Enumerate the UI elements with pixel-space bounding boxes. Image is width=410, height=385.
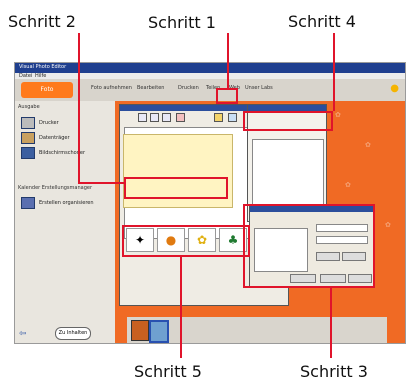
foto-tab[interactable]: Foto: [21, 82, 73, 98]
toolbar-button[interactable]: [150, 113, 159, 122]
printer-icon: [21, 117, 35, 129]
sidebar-section-kalender: Kalender Erstellungsmanager: [18, 185, 93, 191]
toolbar-button[interactable]: [176, 113, 185, 122]
sidebar: Ausgabe Drucker Datenträger Bildschirmsc…: [15, 101, 115, 343]
callout-box-step-1: [216, 88, 238, 104]
sidebar-item-datentraeger[interactable]: Datenträger: [39, 135, 70, 141]
callout-line-step-2: [78, 182, 125, 184]
callout-box-step-2: [124, 177, 228, 199]
step-5-label: Schritt 5: [134, 362, 202, 381]
toolbar-foto-aufnehmen[interactable]: Foto aufnehmen: [91, 85, 132, 91]
filmstrip: [127, 317, 387, 343]
calendar-icon: [21, 197, 35, 209]
callout-line-step-1: [227, 33, 229, 88]
callout-box-step-3: [243, 204, 375, 288]
callout-box-step-5: [122, 225, 250, 257]
main-toolbar: Foto Foto aufnehmen Bearbeiten Drucken T…: [15, 79, 405, 102]
window-title: Visual Photo Editor: [19, 64, 67, 70]
lightbulb-icon[interactable]: ●: [390, 83, 399, 94]
toolbar-drucken[interactable]: Drucken: [178, 85, 199, 91]
toolbar-button[interactable]: [138, 113, 147, 122]
filmstrip-thumb-selected[interactable]: [149, 320, 169, 343]
callout-line-step-2: [78, 33, 80, 183]
filmstrip-thumb[interactable]: [131, 320, 149, 341]
toolbar-bearbeiten[interactable]: Bearbeiten: [137, 85, 164, 91]
sidebar-section-ausgabe: Ausgabe: [18, 104, 40, 110]
pattern-icon: ✿: [365, 141, 371, 149]
pattern-icon: ✿: [335, 111, 341, 119]
disk-icon: [21, 132, 35, 144]
sidebar-item-drucker[interactable]: Drucker: [39, 120, 59, 126]
pattern-icon: ✿: [385, 221, 391, 229]
tutorial-figure: { "steps": { "s1": "Schritt 1", "s2": "S…: [0, 0, 410, 385]
callout-line-step-5: [180, 257, 182, 358]
step-2-label: Schritt 2: [8, 12, 76, 31]
toolbar-unser-labs[interactable]: Unser Labs: [245, 85, 273, 91]
callout-box-step-4: [243, 111, 333, 131]
callout-line-step-3: [330, 288, 332, 358]
step-4-label: Schritt 4: [288, 12, 356, 31]
toolbar-button[interactable]: [228, 113, 237, 122]
zu-inhalten-button[interactable]: Zu Inhalten: [55, 327, 91, 340]
step-3-label: Schritt 3: [300, 362, 368, 381]
pattern-icon: ✿: [345, 181, 351, 189]
callout-line-step-4: [333, 33, 335, 111]
step-1-label: Schritt 1: [148, 13, 216, 32]
toolbar-button[interactable]: [214, 113, 223, 122]
toolbar-button[interactable]: [162, 113, 171, 122]
title-bar: Visual Photo Editor: [15, 63, 405, 73]
sidebar-item-erstellen[interactable]: Erstellen organisieren: [39, 200, 94, 206]
monitor-icon: [21, 147, 35, 159]
back-arrow-icon[interactable]: ⇦: [19, 329, 27, 339]
